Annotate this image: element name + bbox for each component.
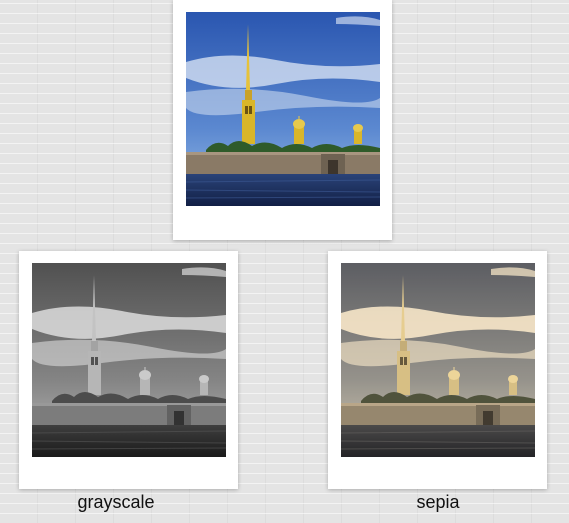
photo-sepia — [341, 263, 535, 457]
photo-grayscale — [32, 263, 226, 457]
polaroid-grayscale — [19, 251, 238, 489]
caption-sepia: sepia — [416, 492, 460, 512]
polaroid-sepia — [328, 251, 547, 489]
polaroid-original — [173, 0, 392, 240]
cathedral-photo — [186, 12, 380, 206]
cathedral-photo — [32, 263, 226, 457]
cathedral-photo — [341, 263, 535, 457]
caption-grayscale: grayscale — [77, 492, 155, 512]
photo-original — [186, 12, 380, 206]
